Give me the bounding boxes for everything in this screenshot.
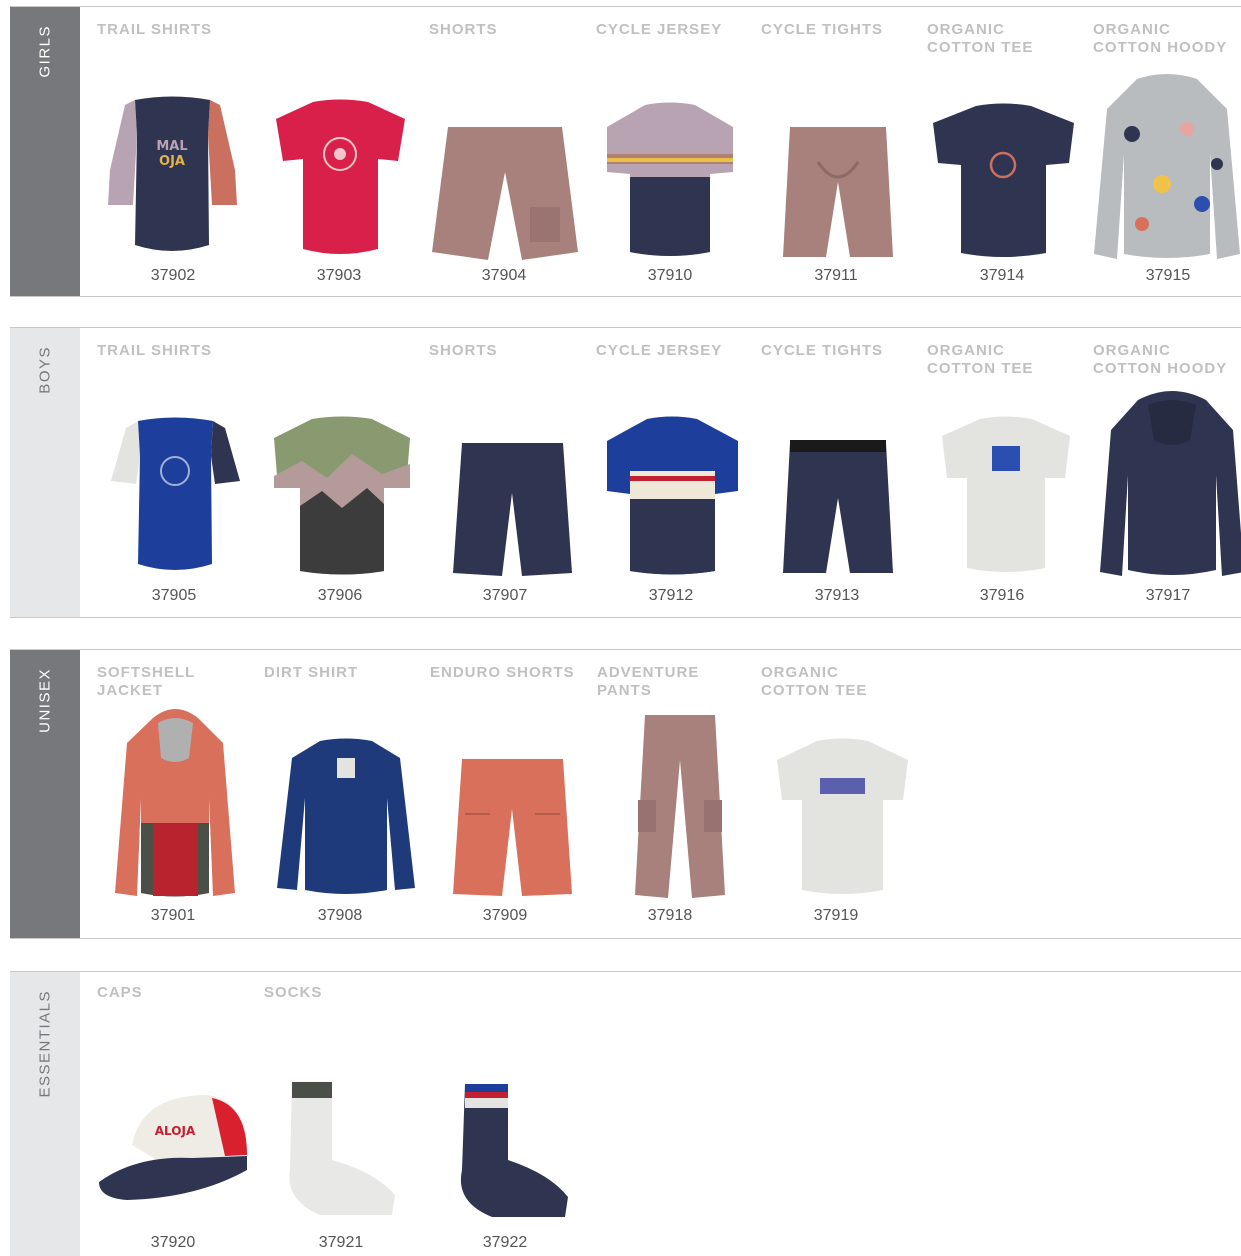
product-code: 37921 xyxy=(318,1234,364,1251)
category-label: COTTON HOODY xyxy=(1093,360,1228,377)
section-label: BOYS xyxy=(36,346,54,394)
product-image-raglan-shirt: MAL OJA xyxy=(108,96,237,251)
product-code: 37922 xyxy=(482,1234,528,1251)
product-image-mountain-tee xyxy=(274,416,410,575)
category-label: COTTON HOODY xyxy=(1093,39,1228,56)
category-label: ENDURO SHORTS xyxy=(430,664,575,681)
product-code: 37915 xyxy=(1145,267,1191,284)
category-label: ORGANIC xyxy=(1093,342,1171,359)
product-image-white-tee xyxy=(777,738,908,894)
section-label: UNISEX xyxy=(36,668,54,733)
product-code: 37910 xyxy=(647,267,693,284)
category-label: COTTON TEE xyxy=(927,39,1034,56)
product-image-cycle-jersey xyxy=(607,102,733,256)
product-code: 37918 xyxy=(647,907,693,924)
product-code: 37903 xyxy=(316,267,362,284)
product-image-trucker-cap: ALOJA xyxy=(99,1095,247,1200)
product-image-cycle-tights xyxy=(783,127,893,257)
svg-text:OJA: OJA xyxy=(159,154,185,169)
product-image-white-sock xyxy=(289,1082,395,1215)
category-label: DIRT SHIRT xyxy=(264,664,359,681)
product-code: 37912 xyxy=(648,587,694,604)
product-code: 37902 xyxy=(150,267,196,284)
product-image-cycle-jersey xyxy=(607,416,738,575)
category-label: TRAIL SHIRTS xyxy=(97,342,213,359)
section-unisex: UNISEX SOFTSHELL JACKET DIRT SHIRT ENDUR… xyxy=(10,649,1241,939)
category-label: COTTON TEE xyxy=(927,360,1034,377)
product-image-enduro-shorts xyxy=(453,759,572,896)
category-label: CYCLE TIGHTS xyxy=(761,21,884,38)
category-label: SHORTS xyxy=(429,21,498,38)
category-label: PANTS xyxy=(597,682,652,699)
product-code: 37919 xyxy=(813,907,859,924)
product-image-floral-hoody xyxy=(1094,74,1240,259)
category-label: JACKET xyxy=(97,682,164,699)
product-image-shorts xyxy=(432,127,578,260)
product-code: 37908 xyxy=(317,907,363,924)
product-image-shorts xyxy=(453,443,572,576)
section-girls: GIRLS TRAIL SHIRTS SHORTS CYCLE JERSEY C… xyxy=(10,6,1241,297)
product-image-navy-tee xyxy=(933,103,1074,257)
product-image-softshell-jacket xyxy=(115,709,235,897)
category-label: ORGANIC xyxy=(1093,21,1171,38)
category-label: ORGANIC xyxy=(927,342,1005,359)
category-label: SHORTS xyxy=(429,342,498,359)
svg-text:ALOJA: ALOJA xyxy=(155,1124,196,1138)
section-side-bar: UNISEX xyxy=(10,650,80,938)
product-image-navy-sock xyxy=(460,1084,568,1217)
product-code: 37911 xyxy=(814,267,858,284)
product-code: 37909 xyxy=(482,907,528,924)
category-label: SOFTSHELL xyxy=(97,664,196,681)
category-label: ORGANIC xyxy=(761,664,839,681)
section-side-bar: GIRLS xyxy=(10,7,80,296)
product-code: 37913 xyxy=(814,587,860,604)
section-side-bar: ESSENTIALS xyxy=(10,972,80,1256)
category-label: ORGANIC xyxy=(927,21,1005,38)
category-label: CYCLE JERSEY xyxy=(596,21,723,38)
svg-text:MAL: MAL xyxy=(156,139,187,154)
section-essentials: ESSENTIALS CAPS SOCKS ALOJA 37920 37921 … xyxy=(10,971,1241,1256)
product-image-raglan-shirt xyxy=(111,417,240,570)
product-image-cycle-tights xyxy=(783,440,893,573)
product-code: 37920 xyxy=(150,1234,196,1251)
category-label: COTTON TEE xyxy=(761,682,868,699)
section-label: GIRLS xyxy=(36,25,54,78)
product-image-navy-hoody xyxy=(1100,391,1241,576)
category-label: CYCLE JERSEY xyxy=(596,342,723,359)
product-image-white-tee xyxy=(942,416,1070,572)
product-image-dirt-shirt xyxy=(277,738,415,894)
product-code: 37901 xyxy=(150,907,196,924)
product-code: 37916 xyxy=(979,587,1025,604)
product-code: 37914 xyxy=(979,267,1025,284)
category-label: CAPS xyxy=(97,984,143,1001)
product-image-red-tee xyxy=(276,99,405,254)
category-label: TRAIL SHIRTS xyxy=(97,21,213,38)
product-code: 37917 xyxy=(1145,587,1191,604)
product-code: 37905 xyxy=(151,587,197,604)
product-code: 37904 xyxy=(481,267,527,284)
category-label: ADVENTURE xyxy=(597,664,700,681)
product-code: 37906 xyxy=(317,587,363,604)
section-label: ESSENTIALS xyxy=(36,990,54,1098)
section-side-bar: BOYS xyxy=(10,328,80,617)
category-label: CYCLE TIGHTS xyxy=(761,342,884,359)
product-code: 37907 xyxy=(482,587,528,604)
product-image-adventure-pants xyxy=(635,715,725,898)
category-label: SOCKS xyxy=(264,984,323,1001)
section-boys: BOYS TRAIL SHIRTS SHORTS CYCLE JERSEY CY… xyxy=(10,327,1241,618)
